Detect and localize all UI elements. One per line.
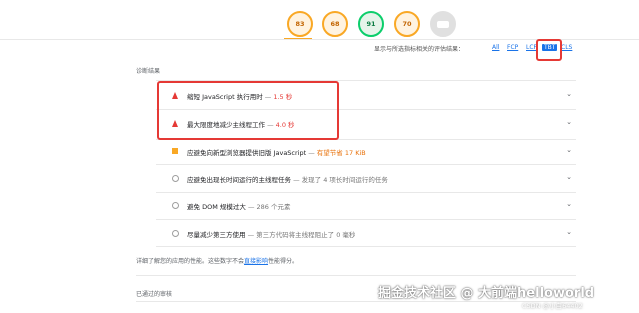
chevron-down-icon[interactable]: ⌄ xyxy=(566,173,572,181)
info-circle-icon xyxy=(172,175,179,182)
audit-title-line: 尽量减少第三方使用 — 第三方代码将主线程阻止了 0 毫秒 xyxy=(187,229,355,239)
accessibility-score-gauge[interactable]: 68 xyxy=(322,11,348,37)
score-value: 70 xyxy=(402,20,412,28)
divider xyxy=(156,192,576,193)
seo-score-gauge[interactable]: 70 xyxy=(394,11,420,37)
passed-audits-heading[interactable]: 已通过的审核 xyxy=(136,289,172,298)
audit-separator: — xyxy=(291,176,302,184)
direct-impact-link[interactable]: 直接影响 xyxy=(244,258,268,265)
divider xyxy=(156,219,576,220)
audit-row-legacy-javascript[interactable]: 应避免向新型浏览器提供旧版 JavaScript — 有望节省 17 KiB ⌄ xyxy=(156,142,576,162)
audit-title-line: 应避免向新型浏览器提供旧版 JavaScript — 有望节省 17 KiB xyxy=(187,147,366,157)
divider xyxy=(156,164,576,165)
warning-square-icon xyxy=(172,148,178,154)
chevron-down-icon[interactable]: ⌄ xyxy=(566,146,572,154)
audit-title: 尽量减少第三方使用 xyxy=(187,231,246,239)
chevron-down-icon[interactable]: ⌄ xyxy=(566,90,572,98)
diagnostics-heading: 诊断结果 xyxy=(136,68,161,75)
best-practices-score-gauge[interactable]: 91 xyxy=(358,11,384,37)
filter-chip-cls[interactable]: CLS xyxy=(561,44,572,51)
audit-row-third-party[interactable]: 尽量减少第三方使用 — 第三方代码将主线程阻止了 0 毫秒 ⌄ xyxy=(156,224,576,244)
audit-value: 286 个元素 xyxy=(256,203,291,211)
watermark-small: CSDN @小白64402 xyxy=(522,302,583,310)
performance-score-gauge[interactable]: 83 xyxy=(287,11,313,37)
score-value: 68 xyxy=(330,20,340,28)
pwa-score-gauge[interactable] xyxy=(430,11,456,37)
chevron-down-icon[interactable]: ⌄ xyxy=(566,118,572,126)
divider xyxy=(136,275,576,276)
score-value: 83 xyxy=(295,20,305,28)
footnote-text: 详细了解您的应用的性能。这些数字不会 xyxy=(136,258,245,265)
info-circle-icon xyxy=(172,230,179,237)
tbt-highlight-box xyxy=(536,39,562,61)
audit-value: 有望节省 17 KiB xyxy=(316,149,366,157)
audit-value: 第三方代码将主线程阻止了 0 毫秒 xyxy=(256,231,356,239)
audit-title-line: 应避免出现长时间运行的主线程任务 — 发现了 4 项长时间运行的任务 xyxy=(187,174,388,184)
watermark: 掘金技术社区 @ 大前端helloworld xyxy=(378,286,595,301)
filter-chip-fcp[interactable]: FCP xyxy=(507,44,518,51)
performance-footnote: 详细了解您的应用的性能。这些数字不会直接影响性能得分。 xyxy=(136,256,298,265)
audit-title: 避免 DOM 规模过大 xyxy=(187,203,246,211)
chevron-down-icon[interactable]: ⌄ xyxy=(566,228,572,236)
audit-title: 应避免向新型浏览器提供旧版 JavaScript xyxy=(187,149,307,157)
divider xyxy=(136,301,576,302)
filter-chip-all[interactable]: All xyxy=(492,44,499,51)
audit-row-long-tasks[interactable]: 应避免出现长时间运行的主线程任务 — 发现了 4 项长时间运行的任务 ⌄ xyxy=(156,169,576,189)
pwa-icon xyxy=(437,20,449,28)
audit-separator: — xyxy=(306,149,317,157)
audit-separator: — xyxy=(245,231,257,239)
info-circle-icon xyxy=(172,202,179,209)
chevron-down-icon[interactable]: ⌄ xyxy=(566,200,572,208)
divider xyxy=(156,246,576,247)
metric-filter-label: 显示与所选指标相关的评估结果： xyxy=(374,46,465,53)
audit-value: 发现了 4 项长时间运行的任务 xyxy=(301,176,388,184)
highlight-box xyxy=(157,81,339,140)
footnote-text: 性能得分。 xyxy=(268,258,299,265)
audit-title: 应避免出现长时间运行的主线程任务 xyxy=(187,176,291,184)
audit-title-line: 避免 DOM 规模过大 — 286 个元素 xyxy=(187,201,291,211)
audit-row-dom-size[interactable]: 避免 DOM 规模过大 — 286 个元素 ⌄ xyxy=(156,196,576,216)
audit-separator: — xyxy=(245,203,257,211)
score-value: 91 xyxy=(366,20,376,28)
